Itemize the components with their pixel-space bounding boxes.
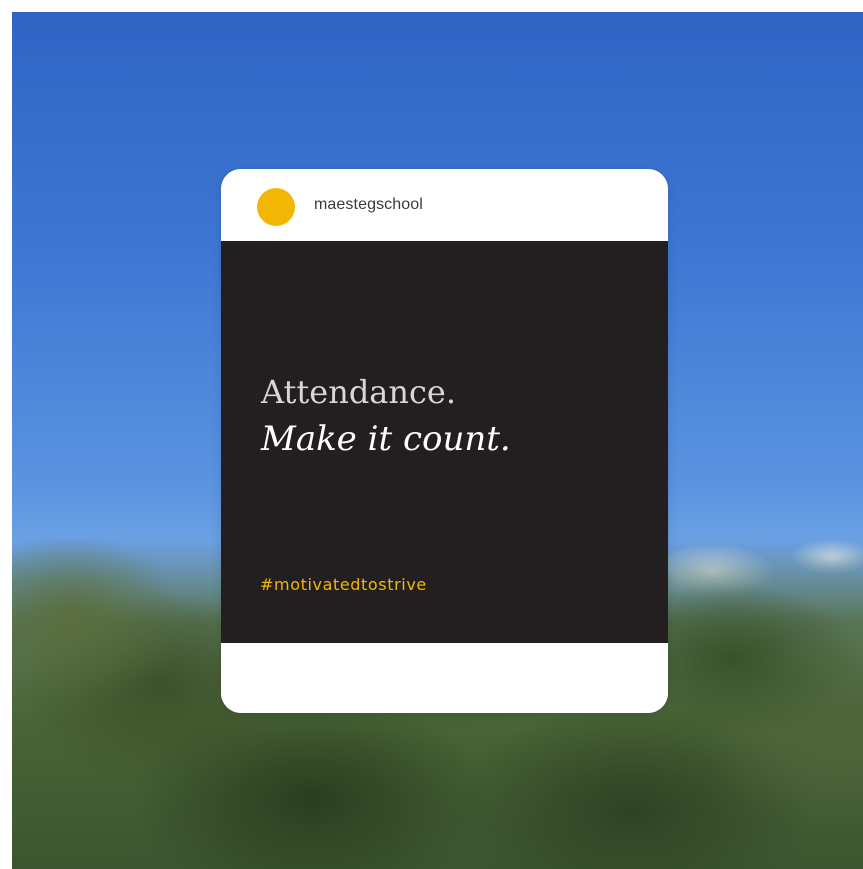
headline-line1: Attendance. [261,373,457,411]
headline-line2: Make it count. [261,419,511,459]
hashtag: #motivatedtostrive [260,575,427,594]
username[interactable]: maestegschool [314,196,423,214]
post-card[interactable]: maestegschool Attendance. Make it count.… [221,169,668,713]
avatar[interactable] [257,188,295,226]
story-frame: maestegschool Attendance. Make it count.… [0,0,863,869]
post-footer [221,643,668,713]
post-header[interactable]: maestegschool [221,169,668,241]
post-image: Attendance. Make it count. #motivatedtos… [221,241,668,643]
